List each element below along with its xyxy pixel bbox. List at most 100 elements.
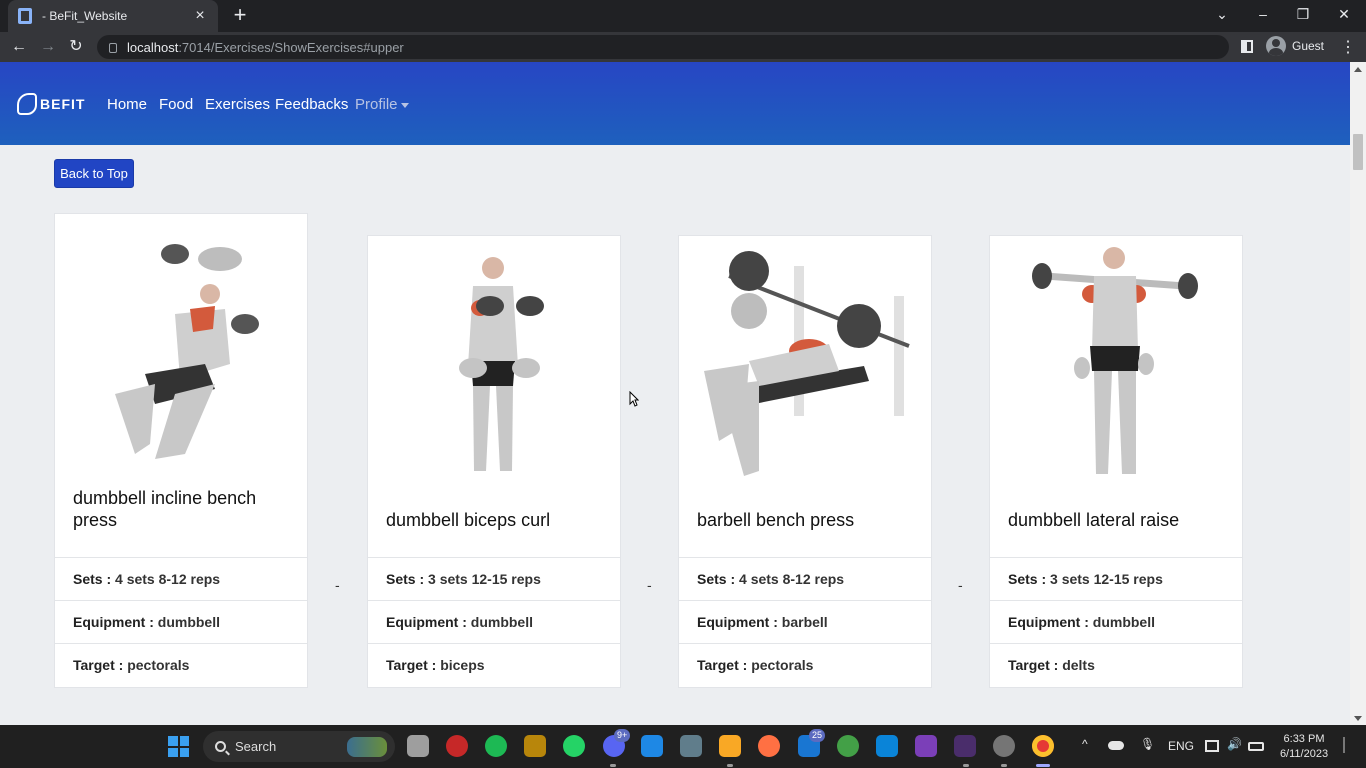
back-to-top-button[interactable]: Back to Top bbox=[54, 159, 134, 188]
whatsapp-icon[interactable] bbox=[563, 735, 585, 757]
nav-link-feedbacks[interactable]: Feedbacks bbox=[275, 96, 348, 113]
app-t-icon[interactable] bbox=[446, 735, 468, 757]
page-viewport: BEFIT Home Food Exercises Feedbacks Prof… bbox=[0, 62, 1366, 725]
close-tab-icon[interactable]: × bbox=[192, 7, 208, 25]
side-panel-icon[interactable] bbox=[1241, 40, 1253, 53]
forward-arrow-icon[interactable]: → bbox=[37, 36, 59, 58]
calculator-icon[interactable] bbox=[680, 735, 702, 757]
new-tab-button[interactable]: + bbox=[229, 4, 251, 26]
exercise-image bbox=[990, 236, 1244, 486]
target-row: Target : pectorals bbox=[679, 643, 931, 686]
exercise-name: dumbbell lateral raise bbox=[1008, 510, 1180, 530]
exercise-card: dumbbell incline bench press Sets : 4 se… bbox=[54, 213, 308, 688]
profile-button[interactable]: Guest bbox=[1266, 36, 1324, 56]
sets-row: Sets : 4 sets 8-12 reps bbox=[679, 557, 931, 600]
close-window-button[interactable]: ✕ bbox=[1324, 0, 1364, 30]
windows-taskbar: Search 9+ 25 ^ 🎙 ENG 🔊 6:33 PM 6/11/2023 bbox=[0, 725, 1366, 768]
browser-tabstrip: - BeFit_Website × + ⌄ – ❐ ✕ bbox=[0, 0, 1366, 32]
nav-link-exercises[interactable]: Exercises bbox=[205, 96, 270, 113]
file-explorer-icon[interactable] bbox=[719, 735, 741, 757]
clock-time: 6:33 PM bbox=[1283, 733, 1325, 745]
site-navbar: BEFIT Home Food Exercises Feedbacks Prof… bbox=[0, 62, 1350, 145]
scroll-down-icon[interactable] bbox=[1354, 716, 1362, 721]
taskbar-search-label: Search bbox=[235, 739, 277, 754]
visual-studio-icon[interactable] bbox=[915, 735, 937, 757]
microphone-icon[interactable]: 🎙 bbox=[1140, 737, 1155, 751]
chevron-up-icon[interactable]: ^ bbox=[1082, 737, 1088, 751]
scrollbar-thumb[interactable] bbox=[1353, 134, 1363, 170]
target-row: Target : pectorals bbox=[55, 643, 307, 686]
sets-value: 4 sets 8-12 reps bbox=[739, 571, 845, 587]
target-value: biceps bbox=[440, 657, 485, 673]
start-button[interactable] bbox=[168, 736, 189, 757]
tab-search-icon[interactable]: ⌄ bbox=[1202, 0, 1242, 30]
chrome-icon[interactable] bbox=[1032, 735, 1054, 757]
exercise-name: dumbbell incline bench press bbox=[73, 488, 257, 530]
github-icon[interactable] bbox=[993, 735, 1015, 757]
league-icon[interactable] bbox=[524, 735, 546, 757]
firefox-icon[interactable] bbox=[758, 735, 780, 757]
task-view-icon[interactable] bbox=[407, 735, 429, 757]
equipment-value: dumbbell bbox=[157, 614, 221, 630]
equipment-row: Equipment : dumbbell bbox=[990, 600, 1242, 643]
microsoft-store-icon[interactable] bbox=[641, 735, 663, 757]
spotify-icon[interactable] bbox=[485, 735, 507, 757]
reload-icon[interactable]: ↻ bbox=[65, 36, 87, 58]
exercise-card: barbell bench press Sets : 4 sets 8-12 r… bbox=[678, 235, 932, 688]
network-icon[interactable] bbox=[1205, 740, 1219, 752]
url-host: localhost bbox=[127, 39, 179, 55]
discord-badge: 9+ bbox=[614, 729, 631, 742]
equipment-value: dumbbell bbox=[470, 614, 534, 630]
sets-row: Sets : 3 sets 12-15 reps bbox=[990, 557, 1242, 600]
equipment-label: Equipment : bbox=[697, 614, 778, 630]
equipment-label: Equipment : bbox=[73, 614, 154, 630]
sets-row: Sets : 4 sets 8-12 reps bbox=[55, 557, 307, 600]
equipment-row: Equipment : barbell bbox=[679, 600, 931, 643]
target-value: delts bbox=[1062, 657, 1095, 673]
equipment-row: Equipment : dumbbell bbox=[368, 600, 620, 643]
target-label: Target : bbox=[697, 657, 748, 673]
equipment-value: barbell bbox=[781, 614, 828, 630]
url-path: :7014/Exercises/ShowExercises#upper bbox=[178, 39, 404, 55]
system-clock[interactable]: 6:33 PM 6/11/2023 bbox=[1275, 732, 1333, 762]
page-scrollbar[interactable] bbox=[1350, 62, 1366, 725]
back-arrow-icon[interactable]: ← bbox=[8, 36, 30, 58]
notification-bell-icon[interactable] bbox=[1343, 737, 1345, 753]
equipment-label: Equipment : bbox=[386, 614, 467, 630]
vscode-icon[interactable] bbox=[876, 735, 898, 757]
equipment-label: Equipment : bbox=[1008, 614, 1089, 630]
maximize-button[interactable]: ❐ bbox=[1283, 0, 1323, 30]
browser-tab[interactable]: - BeFit_Website × bbox=[8, 0, 218, 32]
nav-link-food[interactable]: Food bbox=[159, 96, 193, 113]
scroll-up-icon[interactable] bbox=[1354, 67, 1362, 72]
battery-icon[interactable] bbox=[1248, 742, 1264, 751]
chrome-profile-icon[interactable] bbox=[837, 735, 859, 757]
target-label: Target : bbox=[73, 657, 124, 673]
card-separator: - bbox=[647, 577, 652, 593]
target-row: Target : biceps bbox=[368, 643, 620, 686]
site-info-icon[interactable] bbox=[109, 43, 117, 53]
brand-logo[interactable]: BEFIT bbox=[17, 93, 85, 115]
target-row: Target : delts bbox=[990, 643, 1242, 686]
sets-label: Sets : bbox=[697, 571, 736, 587]
taskbar-search[interactable]: Search bbox=[203, 731, 395, 762]
minimize-button[interactable]: – bbox=[1243, 0, 1283, 30]
profile-label: Guest bbox=[1292, 39, 1325, 53]
tab-title: - BeFit_Website bbox=[42, 9, 128, 23]
browser-menu-icon[interactable]: ⋮ bbox=[1340, 37, 1356, 57]
volume-icon[interactable]: 🔊 bbox=[1227, 737, 1242, 751]
sets-value: 4 sets 8-12 reps bbox=[115, 571, 221, 587]
sets-value: 3 sets 12-15 reps bbox=[428, 571, 541, 587]
terminal-icon[interactable] bbox=[954, 735, 976, 757]
browser-toolbar: ← → ↻ localhost:7014/Exercises/ShowExerc… bbox=[0, 32, 1366, 62]
equipment-row: Equipment : dumbbell bbox=[55, 600, 307, 643]
sets-label: Sets : bbox=[1008, 571, 1047, 587]
onedrive-icon[interactable] bbox=[1108, 741, 1124, 750]
nav-profile-dropdown[interactable]: Profile bbox=[355, 96, 409, 113]
sets-label: Sets : bbox=[386, 571, 425, 587]
chevron-down-icon bbox=[400, 102, 409, 108]
address-bar[interactable]: localhost:7014/Exercises/ShowExercises#u… bbox=[97, 35, 1229, 59]
language-indicator[interactable]: ENG bbox=[1168, 739, 1194, 753]
equipment-value: dumbbell bbox=[1092, 614, 1156, 630]
nav-link-home[interactable]: Home bbox=[107, 96, 147, 113]
